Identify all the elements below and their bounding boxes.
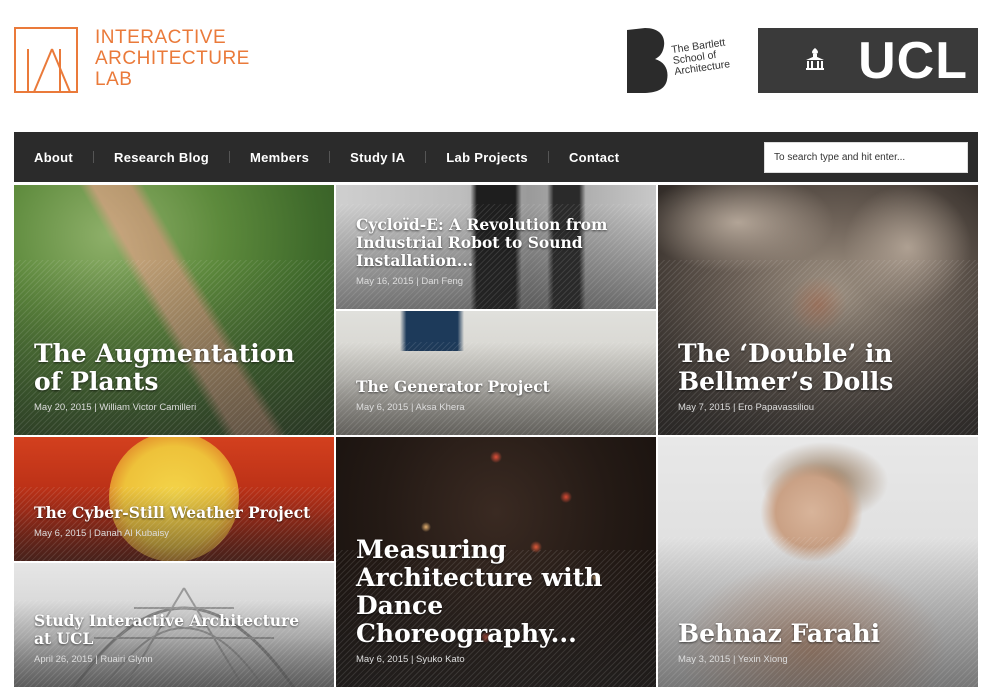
post-title[interactable]: The Cyber-Still Weather Project [34, 504, 318, 522]
logo-line: INTERACTIVE [95, 27, 227, 48]
post-caption: The ‘Double’ in Bellmer’s Dolls May 7, 2… [678, 340, 962, 414]
post-date: April 26, 2015 [34, 654, 93, 665]
post-tile[interactable]: Behnaz Farahi May 3, 2015 | Yexin Xiong [658, 437, 978, 687]
post-title[interactable]: The Augmentation of Plants [34, 340, 318, 396]
post-meta: May 16, 2015 | Dan Feng [356, 276, 640, 287]
post-author[interactable]: Danah Al Kubaisy [94, 528, 169, 539]
post-tile[interactable]: The Cyber-Still Weather Project May 6, 2… [14, 437, 334, 561]
logo-line: LAB [95, 69, 133, 90]
nav-divider [93, 151, 95, 163]
nav-members[interactable]: Members [250, 150, 309, 165]
meta-separator: | [416, 276, 419, 287]
post-author[interactable]: Dan Feng [421, 276, 463, 287]
post-title[interactable]: Behnaz Farahi [678, 620, 962, 648]
post-author[interactable]: Aksa Khera [416, 402, 465, 413]
ial-logo[interactable]: INTERACTIVE ARCHITECTURE LAB [14, 27, 250, 93]
bartlett-logo[interactable]: The Bartlett School of Architecture [627, 28, 731, 94]
bartlett-b-icon [627, 28, 668, 93]
post-date: May 7, 2015 [678, 402, 731, 413]
nav-about[interactable]: About [34, 150, 73, 165]
post-meta: May 6, 2015 | Syuko Kato [356, 654, 640, 665]
post-date: May 20, 2015 [34, 402, 92, 413]
post-meta: May 20, 2015 | William Victor Camilleri [34, 402, 318, 413]
ucl-logo[interactable]: UCL [758, 28, 978, 93]
post-title[interactable]: The Generator Project [356, 378, 640, 396]
post-caption: Behnaz Farahi May 3, 2015 | Yexin Xiong [678, 620, 962, 666]
main-nav: About Research Blog Members Study IA Lab… [14, 132, 978, 182]
post-date: May 16, 2015 [356, 276, 414, 287]
post-date: May 6, 2015 [356, 654, 409, 665]
post-title[interactable]: Study Interactive Architecture at UCL [34, 612, 318, 648]
meta-separator: | [410, 654, 414, 665]
post-meta: May 3, 2015 | Yexin Xiong [678, 654, 962, 665]
meta-separator: | [95, 654, 98, 665]
post-date: May 3, 2015 [678, 654, 731, 665]
post-title[interactable]: Measuring Architecture with Dance Choreo… [356, 536, 640, 648]
post-author[interactable]: Ero Papavassiliou [738, 402, 814, 413]
ucl-portico-icon [806, 48, 824, 70]
nav-contact[interactable]: Contact [569, 150, 620, 165]
bartlett-text: The Bartlett School of Architecture [671, 36, 731, 77]
post-meta: May 6, 2015 | Danah Al Kubaisy [34, 528, 318, 539]
post-caption: The Cyber-Still Weather Project May 6, 2… [34, 504, 318, 540]
ia-mark-icon [14, 27, 78, 93]
post-author[interactable]: Yexin Xiong [738, 654, 788, 665]
meta-separator: | [410, 402, 414, 413]
meta-separator: | [94, 402, 97, 413]
post-tile[interactable]: Measuring Architecture with Dance Choreo… [336, 437, 656, 687]
post-meta: May 7, 2015 | Ero Papavassiliou [678, 402, 962, 413]
post-author[interactable]: Syuko Kato [416, 654, 465, 665]
post-meta: April 26, 2015 | Ruairi Glynn [34, 654, 318, 665]
post-title[interactable]: Cycloïd-E: A Revolution from Industrial … [356, 216, 640, 270]
nav-divider [329, 151, 331, 163]
meta-separator: | [732, 402, 736, 413]
nav-lab-projects[interactable]: Lab Projects [446, 150, 528, 165]
post-caption: Cycloïd-E: A Revolution from Industrial … [356, 216, 640, 288]
post-caption: Study Interactive Architecture at UCL Ap… [34, 612, 318, 666]
post-tile[interactable]: The Generator Project May 6, 2015 | Aksa… [336, 311, 656, 435]
meta-separator: | [88, 528, 92, 539]
post-meta: May 6, 2015 | Aksa Khera [356, 402, 640, 413]
post-tile[interactable]: The Augmentation of Plants May 20, 2015 … [14, 185, 334, 435]
post-date: May 6, 2015 [356, 402, 409, 413]
post-caption: Measuring Architecture with Dance Choreo… [356, 536, 640, 666]
post-date: May 6, 2015 [34, 528, 87, 539]
post-caption: The Augmentation of Plants May 20, 2015 … [34, 340, 318, 414]
search-input[interactable] [764, 142, 968, 173]
ucl-wordmark: UCL [858, 31, 968, 90]
logo-line: ARCHITECTURE [95, 48, 250, 69]
logo-text: INTERACTIVE ARCHITECTURE LAB [95, 27, 250, 90]
post-tile[interactable]: The ‘Double’ in Bellmer’s Dolls May 7, 2… [658, 185, 978, 435]
post-author[interactable]: Ruairi Glynn [100, 654, 152, 665]
post-caption: The Generator Project May 6, 2015 | Aksa… [356, 378, 640, 414]
nav-divider [547, 151, 549, 163]
nav-study-ia[interactable]: Study IA [350, 150, 405, 165]
post-tile[interactable]: Cycloïd-E: A Revolution from Industrial … [336, 185, 656, 309]
nav-divider [425, 151, 427, 163]
post-title[interactable]: The ‘Double’ in Bellmer’s Dolls [678, 340, 962, 396]
meta-separator: | [732, 654, 736, 665]
post-author[interactable]: William Victor Camilleri [99, 402, 196, 413]
post-tile[interactable]: Study Interactive Architecture at UCL Ap… [14, 563, 334, 687]
nav-research-blog[interactable]: Research Blog [114, 150, 209, 165]
nav-divider [228, 151, 230, 163]
